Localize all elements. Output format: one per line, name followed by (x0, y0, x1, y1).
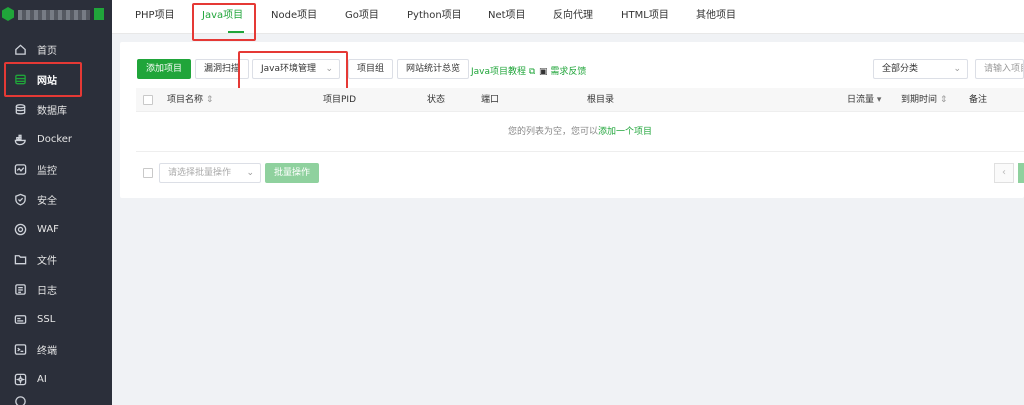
home-icon (14, 43, 27, 56)
table-header: 项目名称 ⇕ 项目PID 状态 端口 根目录 日流量 ▾ 到期时间 ⇕ 备注 (136, 88, 1024, 112)
sidebar-item-label: WAF (37, 223, 59, 235)
empty-state: 您的列表为空，您可以添加一个项目 (136, 112, 1024, 152)
sidebar-item-label: 首页 (37, 45, 57, 57)
sidebar-item-security[interactable]: 安全 (0, 184, 112, 214)
sidebar: 首页 网站 数据库 Docker 监控 安全 WAF 文件 日志 SSL 终端 (0, 0, 112, 405)
sidebar-item-logs[interactable]: 日志 (0, 274, 112, 304)
sidebar-item-monitor[interactable]: 监控 (0, 154, 112, 184)
column-project-name[interactable]: 项目名称 ⇕ (167, 88, 213, 112)
sidebar-item-partial (0, 394, 112, 405)
column-port: 端口 (481, 95, 500, 105)
folder-icon (14, 253, 27, 266)
footer-select-all-checkbox[interactable] (143, 168, 153, 178)
database-icon (14, 103, 27, 116)
sidebar-item-label: AI (37, 373, 47, 385)
tab-reverse-proxy[interactable]: 反向代理 (553, 0, 593, 34)
sidebar-item-label: 文件 (37, 255, 57, 267)
category-select[interactable]: 全部分类 ⌄ (873, 59, 968, 79)
current-page-button[interactable] (1018, 163, 1024, 183)
category-select-label: 全部分类 (882, 64, 919, 74)
tab-html[interactable]: HTML项目 (621, 0, 669, 34)
sidebar-item-home[interactable]: 首页 (0, 34, 112, 64)
add-project-link[interactable]: 添加一个项目 (598, 127, 652, 137)
column-root-dir: 根目录 (587, 95, 615, 105)
batch-action-select[interactable]: 请选择批量操作 ⌄ (159, 163, 261, 183)
prev-page-button[interactable]: ‹ (994, 163, 1014, 183)
shield-icon (14, 193, 27, 206)
column-label: 项目名称 (167, 95, 204, 105)
site-stats-button[interactable]: 网站统计总览 (397, 59, 470, 79)
java-tutorial-label: Java项目教程 (471, 67, 527, 77)
batch-action-placeholder: 请选择批量操作 (168, 168, 232, 178)
extra-icon (14, 395, 27, 405)
add-project-button[interactable]: 添加项目 (137, 59, 192, 79)
log-icon (14, 283, 27, 296)
monitor-icon (14, 163, 27, 176)
sidebar-item-waf[interactable]: WAF (0, 214, 112, 244)
sort-icon: ⇕ (939, 95, 948, 105)
sidebar-item-ssl[interactable]: SSL (0, 304, 112, 334)
sort-icon: ⇕ (205, 95, 214, 105)
feedback-label: 需求反馈 (550, 67, 587, 77)
external-link-icon: ⧉ (528, 67, 536, 77)
brand (0, 0, 112, 34)
sort-down-icon: ▾ (876, 95, 882, 105)
java-tutorial-link[interactable]: Java项目教程 ⧉ (471, 64, 535, 77)
ssl-icon (14, 313, 27, 326)
sidebar-item-label: 数据库 (37, 105, 67, 117)
tab-net[interactable]: Net项目 (488, 0, 526, 34)
column-label: 日流量 (847, 95, 875, 105)
search-input[interactable]: 请输入项目 (975, 59, 1024, 79)
select-all-checkbox[interactable] (143, 95, 153, 105)
feedback-link[interactable]: ▣ 需求反馈 (539, 64, 586, 77)
column-daily-traffic[interactable]: 日流量 ▾ (847, 88, 881, 112)
sidebar-item-label: SSL (37, 313, 56, 325)
column-status: 状态 (427, 95, 446, 105)
column-notes: 备注 (969, 95, 988, 105)
sidebar-item-label: 安全 (37, 195, 57, 207)
empty-text: 您的列表为空，您可以 (507, 127, 598, 137)
brand-logo-icon (2, 7, 14, 21)
column-expiry[interactable]: 到期时间 ⇕ (901, 88, 947, 112)
sidebar-item-label: 终端 (37, 345, 57, 357)
feedback-icon: ▣ (539, 67, 548, 77)
brand-name-blurred (18, 10, 90, 20)
sidebar-item-docker[interactable]: Docker (0, 124, 112, 154)
chevron-down-icon: ⌄ (246, 168, 254, 178)
column-label: 到期时间 (901, 95, 938, 105)
brand-badge-icon (94, 8, 104, 20)
project-group-button[interactable]: 项目组 (348, 59, 394, 79)
tab-other[interactable]: 其他项目 (696, 0, 736, 34)
tab-php[interactable]: PHP项目 (135, 0, 175, 34)
highlight-box-sidebar (4, 62, 82, 97)
tab-python[interactable]: Python项目 (407, 0, 462, 34)
highlight-box-java-env (238, 51, 348, 93)
chevron-down-icon: ⌄ (953, 64, 961, 74)
sidebar-item-database[interactable]: 数据库 (0, 94, 112, 124)
ai-icon (14, 373, 27, 386)
sidebar-item-files[interactable]: 文件 (0, 244, 112, 274)
batch-action-button[interactable]: 批量操作 (265, 163, 320, 183)
sidebar-item-label: 监控 (37, 165, 57, 177)
sidebar-item-ai[interactable]: AI (0, 364, 112, 394)
column-pid: 项目PID (323, 95, 357, 105)
sidebar-item-label: Docker (37, 133, 73, 145)
waf-icon (14, 223, 27, 236)
tab-node[interactable]: Node项目 (271, 0, 317, 34)
sidebar-item-terminal[interactable]: 终端 (0, 334, 112, 364)
terminal-icon (14, 343, 27, 356)
tab-go[interactable]: Go项目 (345, 0, 379, 34)
highlight-box-java-tab (192, 3, 256, 41)
docker-icon (14, 133, 27, 146)
sidebar-item-label: 日志 (37, 285, 57, 297)
